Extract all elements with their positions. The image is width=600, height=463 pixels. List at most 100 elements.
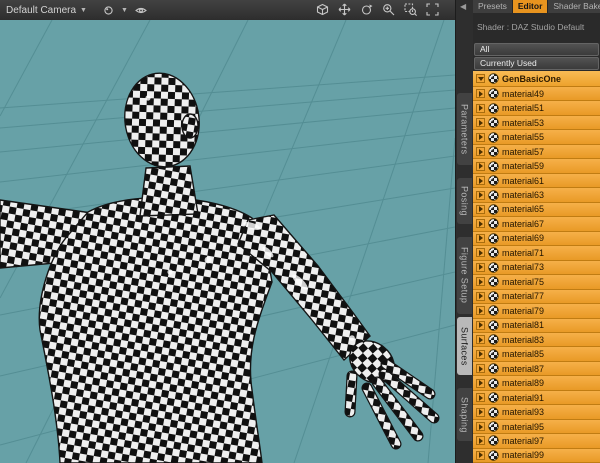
expander-closed-icon[interactable]	[476, 320, 485, 330]
camera-selector[interactable]: Default Camera ▼	[0, 0, 93, 20]
tab-shader-bake[interactable]: Shader Bake	[548, 0, 600, 13]
expander-closed-icon[interactable]	[476, 335, 485, 345]
expander-closed-icon[interactable]	[476, 393, 485, 403]
expander-closed-icon[interactable]	[476, 422, 485, 432]
side-tab-shaping[interactable]: Shaping	[457, 388, 472, 441]
checker-ball-icon	[488, 377, 499, 389]
checker-ball-icon	[488, 435, 499, 447]
material-label: material65	[502, 204, 545, 215]
material-row[interactable]: material51	[473, 101, 600, 116]
material-label: material73	[502, 262, 545, 273]
material-row[interactable]: material97	[473, 434, 600, 449]
material-row[interactable]: material57	[473, 144, 600, 160]
collapse-panel-icon[interactable]: ◀	[460, 3, 466, 11]
material-row[interactable]: material75	[473, 275, 600, 290]
material-row[interactable]: material77	[473, 289, 600, 305]
material-row[interactable]: material49	[473, 87, 600, 102]
zoom-in-icon[interactable]	[382, 3, 395, 16]
expander-closed-icon[interactable]	[476, 349, 485, 359]
expander-closed-icon[interactable]	[476, 204, 485, 214]
expander-closed-icon[interactable]	[476, 190, 485, 200]
material-row[interactable]: material99	[473, 448, 600, 463]
viewport-nav-tools	[316, 3, 439, 16]
surface-group-row[interactable]: GenBasicOne	[473, 71, 600, 87]
material-label: material95	[502, 421, 545, 432]
expander-closed-icon[interactable]	[476, 176, 485, 186]
chevron-down-icon[interactable]: ▼	[121, 7, 128, 14]
checker-ball-icon	[488, 189, 499, 201]
material-row[interactable]: material93	[473, 405, 600, 420]
material-label: material67	[502, 218, 545, 229]
expander-closed-icon[interactable]	[476, 147, 485, 157]
expander-closed-icon[interactable]	[476, 306, 485, 316]
checker-ball-icon	[488, 218, 499, 230]
side-tab-posing[interactable]: Posing	[457, 178, 472, 224]
expander-closed-icon[interactable]	[476, 248, 485, 258]
checker-ball-icon	[488, 73, 499, 84]
expander-closed-icon[interactable]	[476, 161, 485, 171]
filter-currently-used-button[interactable]: Currently Used	[474, 57, 599, 70]
tab-presets[interactable]: Presets	[473, 0, 513, 13]
material-row[interactable]: material53	[473, 115, 600, 131]
material-row[interactable]: material61	[473, 173, 600, 189]
expander-closed-icon[interactable]	[476, 219, 485, 229]
cube-icon[interactable]	[316, 3, 329, 16]
expander-closed-icon[interactable]	[476, 118, 485, 128]
expander-closed-icon[interactable]	[476, 132, 485, 142]
expander-closed-icon[interactable]	[476, 407, 485, 417]
side-tab-label: Parameters	[459, 103, 470, 155]
checker-ball-icon	[488, 406, 499, 418]
tab-editor[interactable]: Editor	[512, 0, 549, 13]
side-tab-parameters[interactable]: Parameters	[457, 93, 472, 165]
material-row[interactable]: material95	[473, 419, 600, 435]
expander-closed-icon[interactable]	[476, 436, 485, 446]
material-row[interactable]: material71	[473, 246, 600, 261]
material-row[interactable]: material63	[473, 188, 600, 203]
expander-open-icon[interactable]	[476, 74, 485, 83]
expander-closed-icon[interactable]	[476, 364, 485, 374]
checker-ball-icon	[488, 421, 499, 432]
material-row[interactable]: material73	[473, 260, 600, 276]
expander-closed-icon[interactable]	[476, 262, 485, 272]
material-row[interactable]: material55	[473, 130, 600, 145]
material-label: material85	[502, 349, 545, 360]
expander-closed-icon[interactable]	[476, 291, 485, 301]
material-row[interactable]: material83	[473, 332, 600, 348]
zoom-region-icon[interactable]	[404, 3, 417, 16]
expander-closed-icon[interactable]	[476, 233, 485, 243]
eye-icon[interactable]	[135, 5, 147, 16]
side-tab-label: Shaping	[459, 396, 470, 433]
expander-closed-icon[interactable]	[476, 277, 485, 287]
material-row[interactable]: material87	[473, 361, 600, 377]
checker-ball-icon	[488, 262, 499, 273]
shader-label: Shader : DAZ Studio Default	[473, 13, 600, 41]
checker-ball-icon	[488, 175, 499, 186]
filter-all-button[interactable]: All	[474, 43, 599, 56]
expander-closed-icon[interactable]	[476, 103, 485, 113]
material-row[interactable]: material69	[473, 231, 600, 247]
expander-closed-icon[interactable]	[476, 378, 485, 388]
material-row[interactable]: material79	[473, 304, 600, 319]
checker-ball-icon	[488, 320, 499, 331]
orbit-icon[interactable]	[360, 3, 373, 16]
expander-closed-icon[interactable]	[476, 450, 485, 460]
side-tab-surfaces[interactable]: Surfaces	[457, 317, 472, 375]
material-row[interactable]: material85	[473, 347, 600, 362]
viewport-canvas[interactable]	[0, 20, 455, 463]
material-row[interactable]: material67	[473, 217, 600, 232]
material-row[interactable]: material89	[473, 376, 600, 391]
material-row[interactable]: material59	[473, 159, 600, 174]
expander-closed-icon[interactable]	[476, 89, 485, 99]
pan-icon[interactable]	[338, 3, 351, 16]
material-row[interactable]: material81	[473, 318, 600, 333]
material-row[interactable]: material91	[473, 390, 600, 406]
checker-ball-icon	[488, 204, 499, 215]
material-row[interactable]: material65	[473, 202, 600, 218]
side-tab-figure-setup[interactable]: Figure Setup	[457, 237, 472, 314]
frame-icon[interactable]	[426, 3, 439, 16]
sphere-icon[interactable]	[103, 5, 114, 16]
checker-ball-icon	[488, 88, 499, 99]
material-label: material83	[502, 334, 545, 345]
checker-ball-icon	[488, 392, 499, 403]
material-label: material57	[502, 146, 545, 157]
